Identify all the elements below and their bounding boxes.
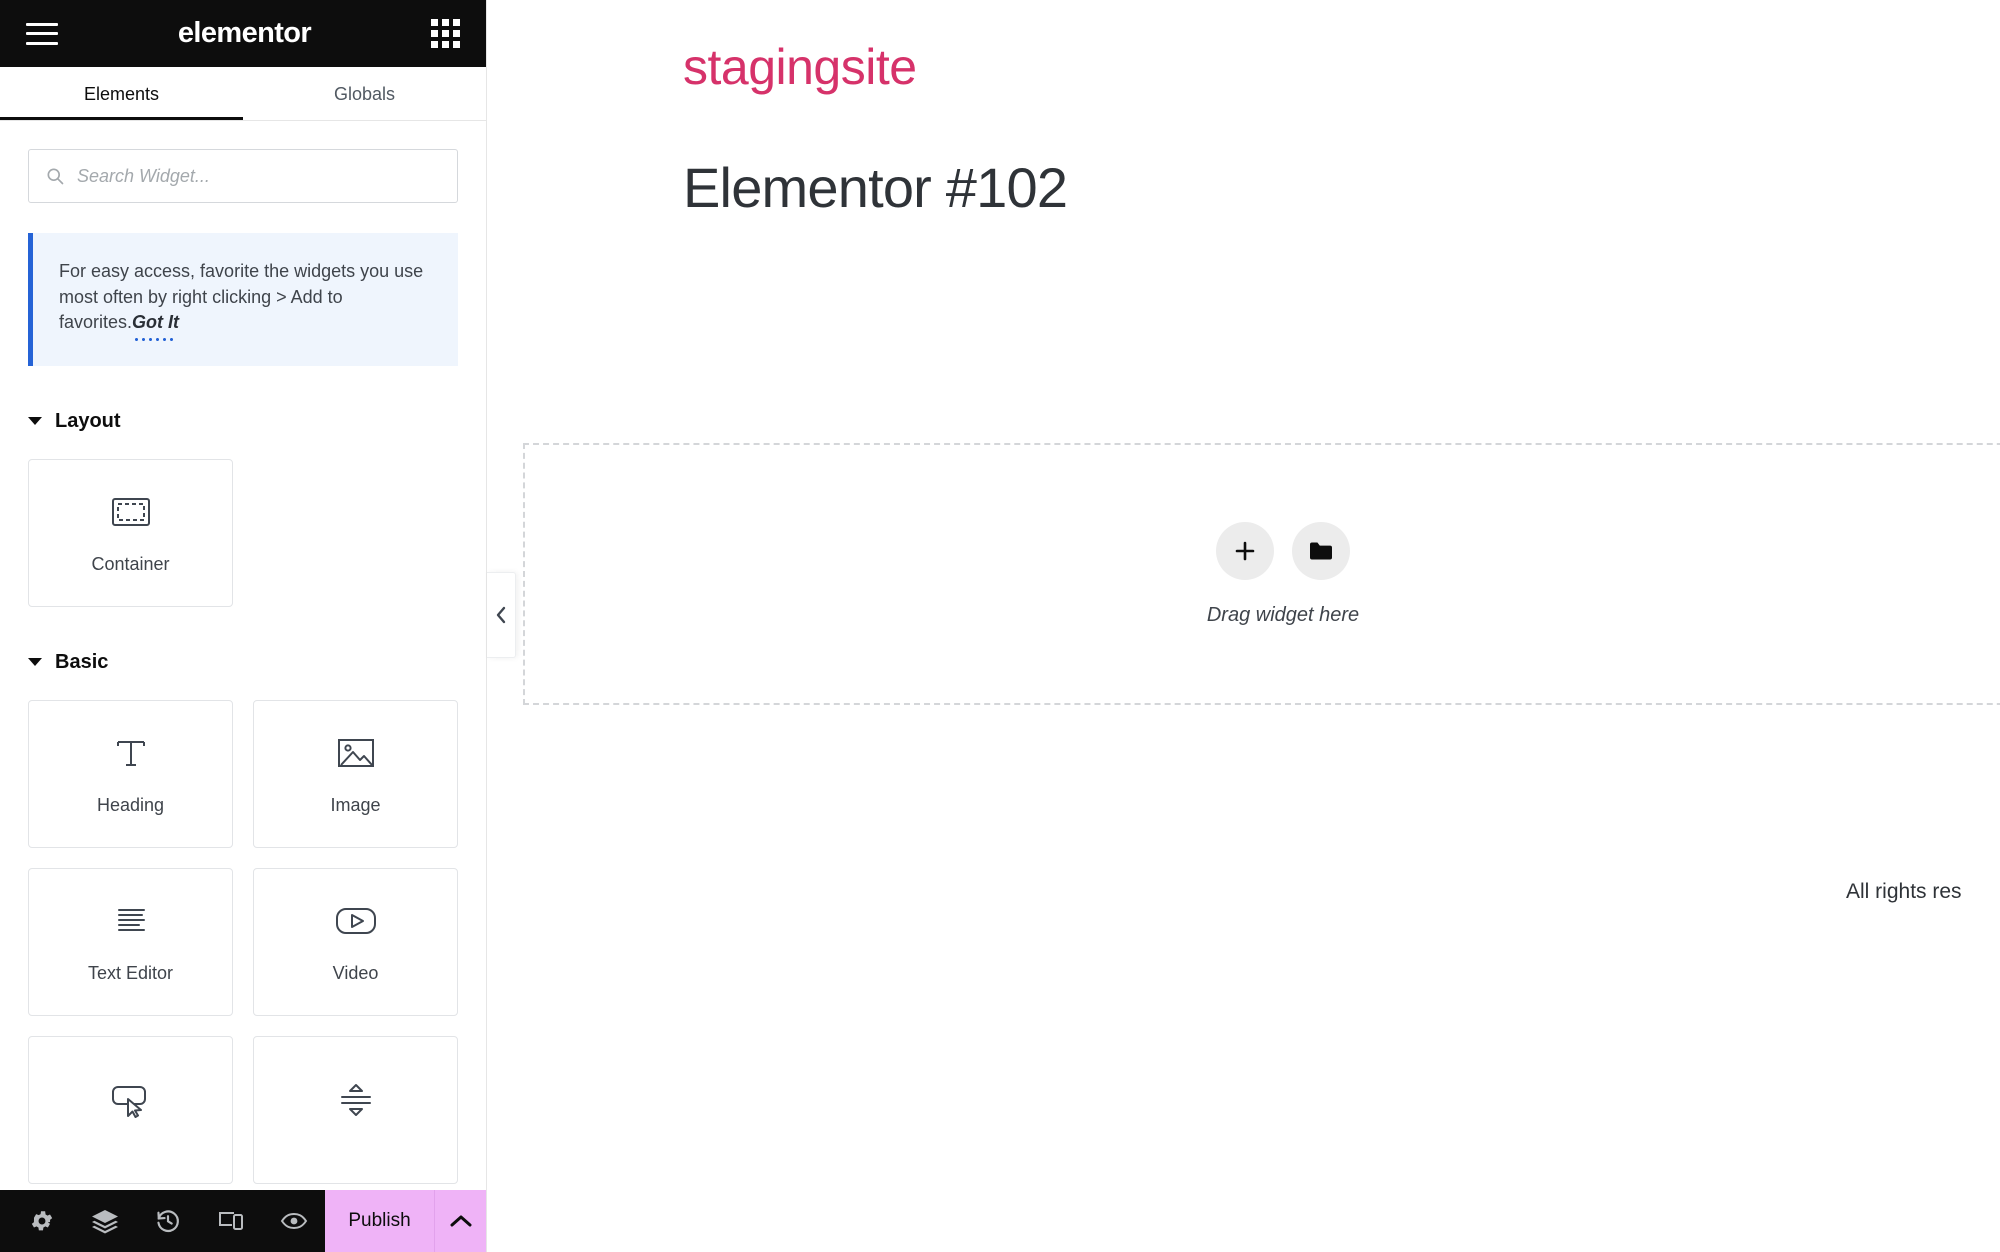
tab-globals[interactable]: Globals xyxy=(243,67,486,121)
layout-widget-grid: Container xyxy=(28,458,458,607)
widget-text-editor[interactable]: Text Editor xyxy=(28,867,233,1016)
grid-apps-icon[interactable] xyxy=(430,19,460,48)
search-widget-container xyxy=(28,149,458,203)
dropzone-label: Drag widget here xyxy=(1206,603,1360,626)
preview-eye-icon[interactable] xyxy=(262,1190,325,1252)
favorites-notice-text: For easy access, favorite the widgets yo… xyxy=(59,261,424,333)
section-basic: Basic Heading Image Text Editor Video xyxy=(28,651,458,1184)
text-editor-icon xyxy=(111,899,151,943)
responsive-mode-icon[interactable] xyxy=(199,1190,262,1252)
widget-container[interactable]: Container xyxy=(28,458,233,607)
dropzone-buttons xyxy=(1216,521,1350,580)
widget-dropzone[interactable]: Drag widget here xyxy=(523,443,2000,705)
section-basic-header[interactable]: Basic xyxy=(28,651,458,700)
widget-image-label: Image xyxy=(330,795,381,816)
chevron-down-icon xyxy=(28,417,42,426)
got-it-link[interactable]: Got It xyxy=(132,312,179,332)
basic-widget-grid: Heading Image Text Editor Video xyxy=(28,699,458,1184)
image-icon xyxy=(336,731,376,775)
panel-collapse-button[interactable] xyxy=(487,572,516,658)
widget-container-label: Container xyxy=(91,554,170,575)
footer-tools xyxy=(0,1190,325,1252)
tab-elements[interactable]: Elements xyxy=(0,67,243,121)
widget-video-label: Video xyxy=(332,963,379,984)
chevron-up-icon[interactable] xyxy=(434,1190,486,1252)
settings-gear-icon[interactable] xyxy=(10,1190,73,1252)
section-basic-title: Basic xyxy=(55,650,109,673)
folder-icon xyxy=(1310,542,1332,559)
chevron-down-icon xyxy=(28,658,42,667)
site-title[interactable]: stagingsite xyxy=(683,38,917,96)
add-template-button[interactable] xyxy=(1292,521,1350,580)
panel-header: elementor xyxy=(0,0,486,67)
navigator-layers-icon[interactable] xyxy=(73,1190,136,1252)
section-layout-header[interactable]: Layout xyxy=(28,410,458,459)
widget-button[interactable] xyxy=(28,1035,233,1184)
page-title: Elementor #102 xyxy=(683,156,1068,219)
panel-tabs: Elements Globals xyxy=(0,67,486,121)
heading-t-icon xyxy=(111,731,151,775)
page-canvas: stagingsite Elementor #102 Drag widget h… xyxy=(487,0,2000,1252)
section-layout: Layout Container xyxy=(28,410,458,607)
widget-divider[interactable] xyxy=(253,1035,458,1184)
panel-body: For easy access, favorite the widgets yo… xyxy=(0,121,486,1190)
widget-image[interactable]: Image xyxy=(253,699,458,848)
section-layout-title: Layout xyxy=(55,409,121,432)
elementor-editor: elementor Elements Globals For easy acce… xyxy=(0,0,2000,1252)
favorites-notice: For easy access, favorite the widgets yo… xyxy=(28,233,458,366)
hamburger-icon[interactable] xyxy=(26,22,58,45)
container-icon xyxy=(111,490,150,534)
publish-button[interactable]: Publish xyxy=(325,1190,435,1252)
video-play-icon xyxy=(334,899,378,943)
history-icon[interactable] xyxy=(136,1190,199,1252)
search-input[interactable] xyxy=(28,149,458,203)
button-cursor-icon xyxy=(109,1078,153,1122)
plus-icon xyxy=(1235,541,1255,560)
widget-heading-label: Heading xyxy=(96,795,165,816)
divider-icon xyxy=(336,1078,376,1122)
elementor-logo: elementor xyxy=(177,17,312,49)
panel-footer: Publish xyxy=(0,1190,486,1252)
widget-video[interactable]: Video xyxy=(253,867,458,1016)
widget-text-editor-label: Text Editor xyxy=(87,963,174,984)
search-icon xyxy=(47,168,64,185)
chevron-left-icon xyxy=(496,606,506,624)
footer-rights-text: All rights res xyxy=(1846,880,1962,903)
widget-heading[interactable]: Heading xyxy=(28,699,233,848)
elements-panel: elementor Elements Globals For easy acce… xyxy=(0,0,487,1252)
add-element-button[interactable] xyxy=(1216,521,1274,580)
